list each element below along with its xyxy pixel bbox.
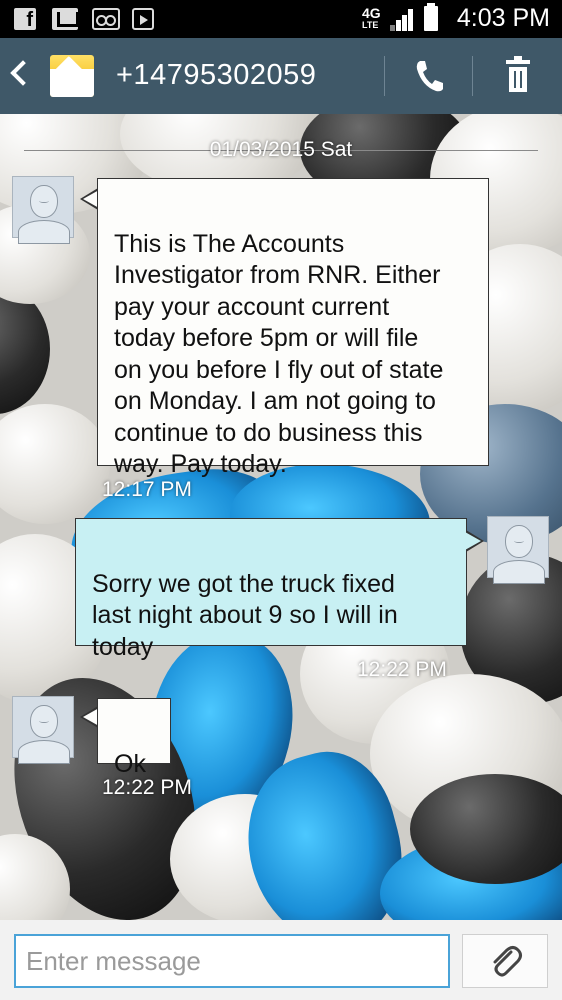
message-composer <box>0 920 562 1000</box>
date-label: 01/03/2015 Sat <box>209 138 353 161</box>
message-bubble-incoming[interactable]: Ok <box>97 698 171 778</box>
header-divider <box>472 56 473 96</box>
envelope-icon <box>50 55 94 97</box>
clock: 4:03 PM <box>456 4 550 32</box>
paperclip-icon <box>493 946 522 977</box>
network-sub-label: LTE <box>362 20 379 30</box>
voicemail-icon <box>92 8 120 30</box>
message-text: Ok <box>114 749 146 778</box>
message-text: This is The Accounts Investigator from R… <box>114 229 444 479</box>
message-timestamp: 12:22 PM <box>357 658 447 681</box>
phone-icon <box>416 61 443 92</box>
contact-avatar[interactable] <box>12 696 74 764</box>
signal-icon <box>390 9 414 31</box>
contact-avatar[interactable] <box>12 176 74 244</box>
my-avatar[interactable] <box>487 516 549 584</box>
play-store-icon <box>132 8 154 30</box>
contact-number: +14795302059 <box>116 59 317 91</box>
conversation-header: +14795302059 <box>0 38 562 114</box>
header-divider <box>384 56 385 96</box>
attach-button[interactable] <box>462 934 548 988</box>
call-button[interactable] <box>394 38 466 114</box>
message-timestamp: 12:17 PM <box>102 478 192 501</box>
message-input[interactable] <box>14 934 450 988</box>
message-bubble-outgoing[interactable]: Sorry we got the truck fixed last night … <box>75 518 467 661</box>
gmail-icon <box>52 8 78 30</box>
battery-icon <box>424 3 438 31</box>
status-bar: f 4G LTE 4:03 PM <box>0 0 562 38</box>
message-timestamp: 12:22 PM <box>102 776 192 799</box>
facebook-icon: f <box>14 8 36 30</box>
message-bubble-incoming[interactable]: This is The Accounts Investigator from R… <box>97 178 489 478</box>
back-icon[interactable] <box>10 60 36 86</box>
delete-button[interactable] <box>482 38 554 114</box>
date-divider: 01/03/2015 Sat <box>24 138 538 164</box>
network-type-indicator: 4G LTE <box>362 6 381 31</box>
